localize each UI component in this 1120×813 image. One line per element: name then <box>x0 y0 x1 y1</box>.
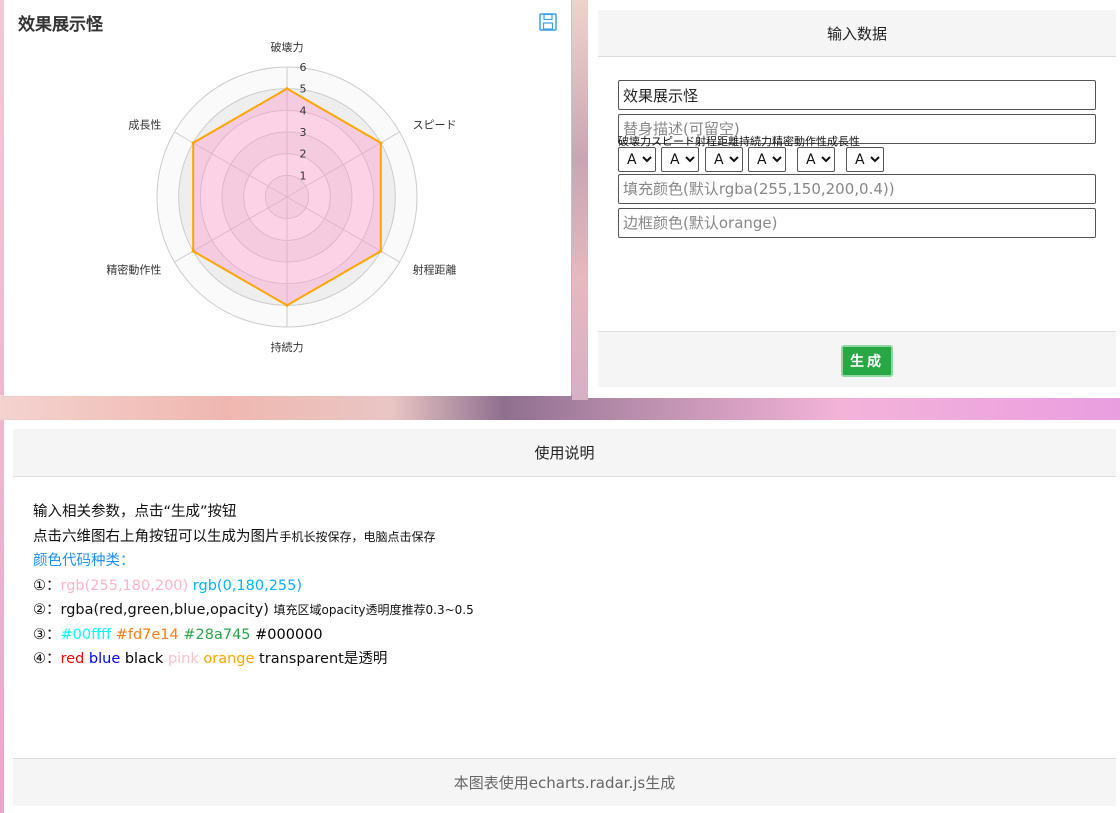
save-icon[interactable] <box>538 12 558 32</box>
radar-indicator-label: スピード <box>413 119 457 132</box>
radar-tick-label: 4 <box>300 104 307 117</box>
color-example-black: #000000 <box>255 626 323 643</box>
chart-title: 效果展示怪 <box>18 15 103 35</box>
radar-chart: 1 2 3 4 5 6 破壊力スピード射程距離持続力 精密動作性 成長性 <box>106 40 457 354</box>
radar-indicator-label: 射程距離 <box>413 263 457 277</box>
radar-indicator-label: 精密動作性 <box>106 263 161 277</box>
chart-panel: 1 2 3 4 5 6 破壊力スピード射程距離持続力 精密動作性 成長性 效果展示怪 <box>4 0 571 396</box>
radar-tick-label: 1 <box>300 169 307 182</box>
select-speed[interactable]: A <box>661 147 699 172</box>
input-panel-header: 输入数据 <box>598 10 1116 57</box>
radar-point-4 <box>191 249 195 253</box>
radar-point-5 <box>191 141 195 145</box>
help-line-6: ③：#00ffff #fd7e14 #28a745 #000000 <box>33 623 474 648</box>
help-line-6-prefix: ③： <box>33 626 61 643</box>
select-range[interactable]: A <box>705 147 743 172</box>
help-panel-header: 使用说明 <box>13 429 1116 477</box>
select-precision[interactable]: A <box>797 147 835 172</box>
background-side-strip <box>572 0 588 400</box>
radar-indicator-label: 持続力 <box>271 340 304 354</box>
background-strip <box>0 395 1120 420</box>
name-input[interactable] <box>618 80 1096 110</box>
radar-tick-label: 3 <box>300 126 307 139</box>
help-line-2: 点击六维图右上角按钮可以生成为图片手机长按保存，电脑点击保存 <box>33 525 474 550</box>
help-body: 输入相关参数，点击“生成”按钮 点击六维图右上角按钮可以生成为图片手机长按保存，… <box>33 500 474 672</box>
radar-point-2 <box>379 249 383 253</box>
generate-button[interactable]: 生成 <box>841 345 893 377</box>
help-line-5: ②：rgba(red,green,blue,opacity) 填充区域opaci… <box>33 598 474 623</box>
rgba-format: rgba(red,green,blue,opacity) <box>60 602 269 618</box>
help-line-2-main: 点击六维图右上角按钮可以生成为图片 <box>33 528 280 545</box>
radar-tick-label: 5 <box>300 83 307 96</box>
color-name-orange: orange <box>203 651 255 667</box>
radar-point-1 <box>379 141 383 145</box>
help-line-4: ①：rgb(255,180,200) rgb(0,180,255) <box>33 574 474 599</box>
border-color-input[interactable] <box>618 208 1096 238</box>
opacity-tip: 填充区域opacity透明度推荐0.3~0.5 <box>273 603 474 617</box>
help-line-5-prefix: ②： <box>33 602 61 618</box>
color-example-rgb-blue: rgb(0,180,255) <box>192 577 303 594</box>
color-example-cyan: #00ffff <box>60 626 112 643</box>
radar-tick-label: 6 <box>300 61 307 74</box>
radar-point-0 <box>285 87 289 91</box>
color-name-transparent: transparent是透明 <box>259 651 388 667</box>
color-example-green: #28a745 <box>183 626 251 643</box>
help-line-3: 颜色代码种类： <box>33 553 135 569</box>
radar-tick-label: 2 <box>300 148 307 161</box>
help-line-7-prefix: ④： <box>33 651 61 667</box>
select-potential[interactable]: A <box>846 147 884 172</box>
help-line-7: ④：red blue black pink orange transparent… <box>33 647 474 672</box>
help-line-2-small: 手机长按保存，电脑点击保存 <box>279 529 436 544</box>
input-panel: 输入数据 破壊力スピード射程距離持続力精密動作性成長性 A A A A A A … <box>588 0 1120 398</box>
help-panel: 使用说明 输入相关参数，点击“生成”按钮 点击六维图右上角按钮可以生成为图片手机… <box>4 420 1120 813</box>
input-panel-footer: 生成 <box>598 331 1116 387</box>
color-name-pink: pink <box>167 651 199 667</box>
color-name-black: black <box>124 651 164 667</box>
fill-color-input[interactable] <box>618 174 1096 204</box>
radar-indicator-label: 破壊力 <box>271 40 304 54</box>
radar-indicator-label: 成長性 <box>128 118 161 132</box>
help-panel-footer: 本图表使用echarts.radar.js生成 <box>13 758 1116 806</box>
select-durability[interactable]: A <box>748 147 786 172</box>
radar-point-3 <box>285 303 289 307</box>
color-example-rgb-pink: rgb(255,180,200) <box>60 577 189 594</box>
select-destructive-power[interactable]: A <box>618 147 656 172</box>
color-name-red: red <box>60 651 85 667</box>
help-line-4-prefix: ①： <box>33 577 61 594</box>
color-name-blue: blue <box>88 651 121 667</box>
help-line-1: 输入相关参数，点击“生成”按钮 <box>33 504 237 520</box>
color-example-orange: #fd7e14 <box>115 626 179 643</box>
